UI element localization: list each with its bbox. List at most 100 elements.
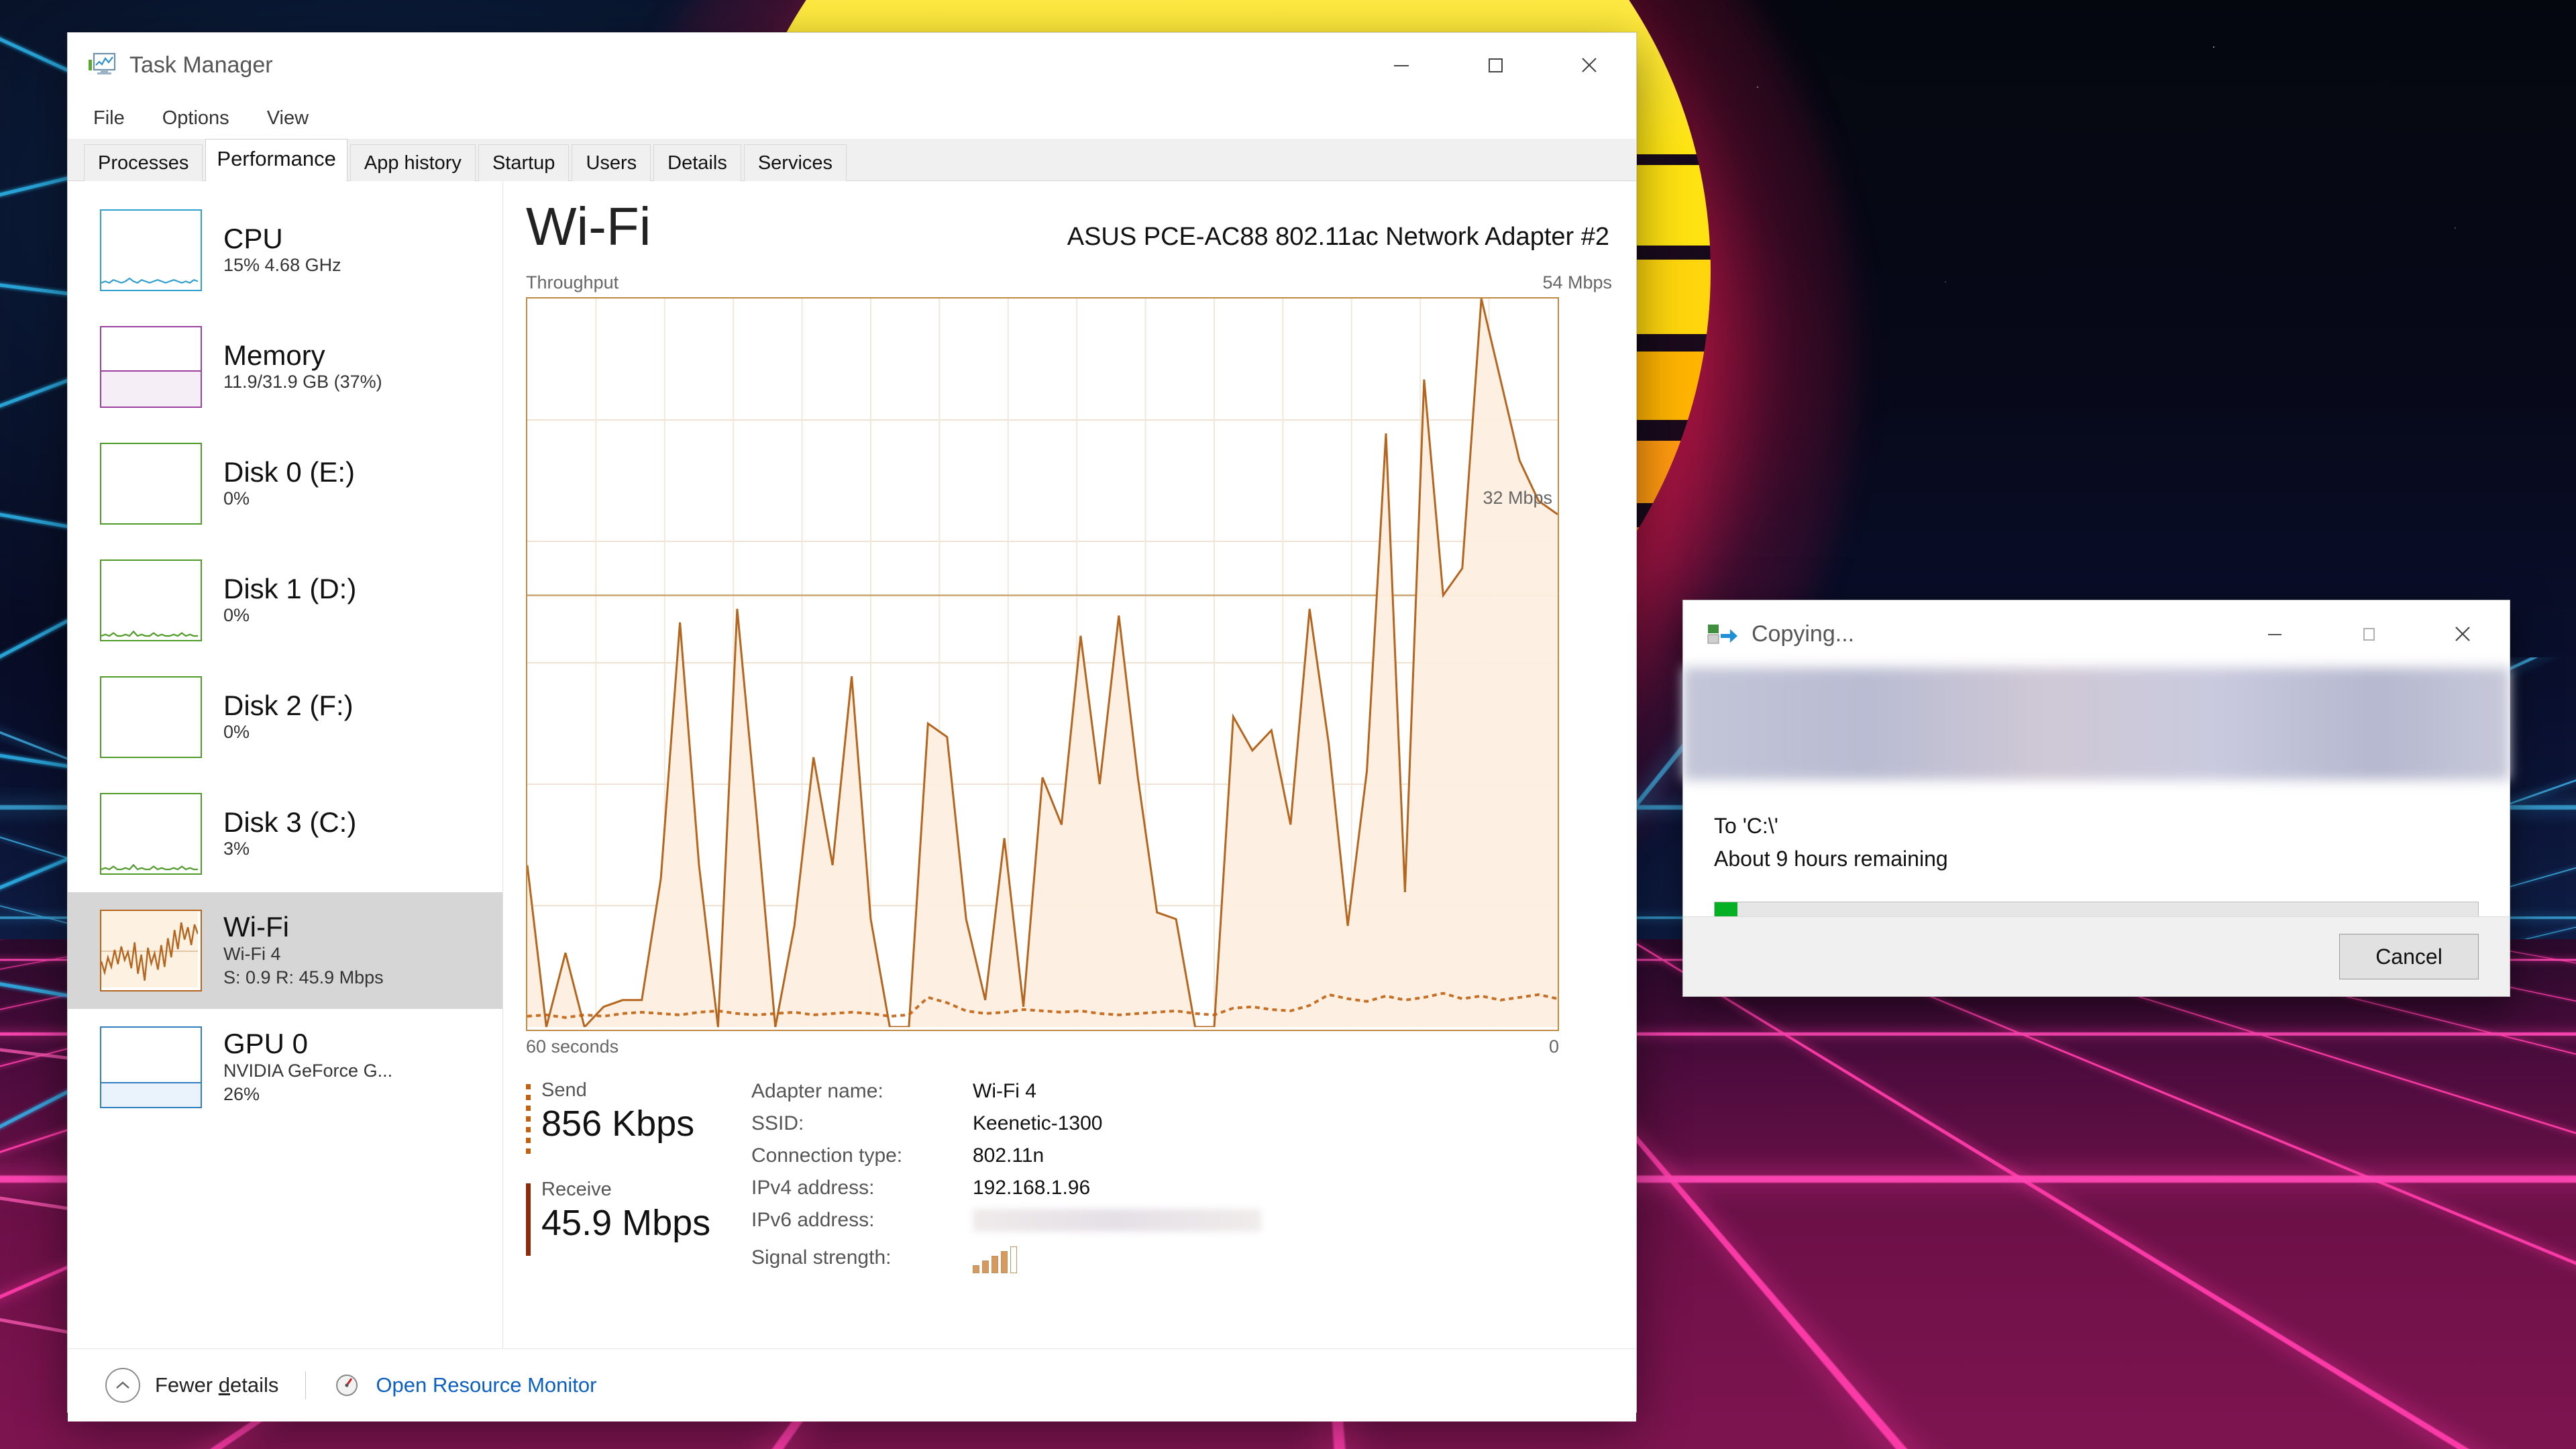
send-legend-swatch (526, 1084, 531, 1157)
sidebar-item-name: Disk 2 (F:) (223, 689, 354, 721)
chart-x-right-label: 0 (1548, 1036, 1559, 1057)
maximize-icon (2363, 628, 2375, 641)
sidebar-item-sub2: S: 0.9 R: 45.9 Mbps (223, 967, 384, 987)
info-key: SSID: (751, 1112, 804, 1134)
copy-caption-buttons (2228, 600, 2510, 667)
info-value: Keenetic-1300 (973, 1112, 1103, 1134)
sidebar-item-sub1: 15% 4.68 GHz (223, 255, 341, 276)
send-value: 856 Kbps (541, 1103, 695, 1144)
sidebar-item-wi-fi[interactable]: Wi-Fi Wi-Fi 4 S: 0.9 R: 45.9 Mbps (68, 892, 502, 1009)
info-value (973, 1246, 1261, 1273)
sidebar-item-cpu[interactable]: CPU 15% 4.68 GHz (68, 192, 502, 309)
menu-item-view[interactable]: View (262, 105, 314, 132)
task-manager-window[interactable]: Task Manager File Options View Processes… (67, 32, 1637, 1421)
caption-buttons (1354, 33, 1636, 97)
resource-monitor-icon (336, 1375, 358, 1396)
status-separator (305, 1371, 307, 1399)
menu-item-file[interactable]: File (88, 105, 130, 132)
sidebar-item-disk-1-d[interactable]: Disk 1 (D:) 0% (68, 542, 502, 659)
title-bar[interactable]: Task Manager (68, 33, 1636, 97)
sidebar-item-sub1: 0% (223, 488, 250, 509)
sidebar-thumbnail (100, 443, 202, 525)
info-value: 802.11n (973, 1144, 1044, 1167)
chart-label-max: 54 Mbps (1542, 272, 1612, 292)
tab-users[interactable]: Users (572, 144, 651, 181)
sidebar-thumbnail (100, 209, 202, 291)
sidebar-item-memory[interactable]: Memory 11.9/31.9 GB (37%) (68, 309, 502, 425)
tab-performance[interactable]: Performance (205, 139, 347, 181)
adapter-name: ASUS PCE-AC88 802.11ac Network Adapter #… (1067, 223, 1609, 251)
tab-services[interactable]: Services (743, 144, 847, 181)
sidebar-item-sub1: 11.9/31.9 GB (37%) (223, 372, 382, 392)
chart-annotation-32mbps: 32 Mbps (1483, 488, 1552, 508)
ipv6-redacted-value (973, 1209, 1261, 1232)
receive-value: 45.9 Mbps (541, 1202, 711, 1243)
tab-app-history[interactable]: App history (350, 144, 476, 181)
maximize-button[interactable] (1448, 33, 1542, 97)
sidebar-thumbnail (100, 793, 202, 875)
sidebar-item-sub1: NVIDIA GeForce G... (223, 1060, 393, 1081)
task-manager-icon (89, 52, 116, 74)
sidebar-item-sub1: 0% (223, 722, 250, 743)
sidebar-item-sub2: 26% (223, 1083, 260, 1104)
close-button[interactable] (1542, 33, 1636, 97)
window-title: Task Manager (129, 52, 273, 78)
sidebar-item-sub1: 3% (223, 839, 250, 859)
copy-minimize-button[interactable] (2228, 600, 2322, 667)
chart-label-throughput: Throughput (526, 272, 619, 292)
sidebar-thumbnail (100, 326, 202, 408)
sidebar-item-name: Disk 1 (D:) (223, 572, 357, 604)
minimize-button[interactable] (1354, 33, 1448, 97)
close-icon (1582, 58, 1597, 72)
resource-sidebar[interactable]: CPU 15% 4.68 GHz Memory 11.9/31.9 GB (37%) D… (68, 181, 503, 1348)
menu-item-options[interactable]: Options (157, 105, 235, 132)
sidebar-thumbnail (100, 676, 202, 758)
throughput-chart-svg (526, 298, 1558, 1030)
info-key: IPv4 address: (751, 1177, 875, 1199)
sidebar-thumbnail (100, 1026, 202, 1108)
sidebar-item-name: Disk 3 (C:) (223, 806, 357, 838)
cancel-button[interactable]: Cancel (2339, 934, 2479, 979)
tab-details[interactable]: Details (653, 144, 741, 181)
send-stat: Send 856 Kbps (526, 1079, 734, 1157)
receive-label: Receive (541, 1179, 612, 1200)
fewer-details-button[interactable]: Fewer details (155, 1373, 278, 1397)
status-bar[interactable]: Fewer details Open Resource Monitor (68, 1348, 1636, 1421)
signal-strength-icon (973, 1246, 1261, 1273)
copy-maximize-button[interactable] (2322, 600, 2416, 667)
menu-bar[interactable]: File Options View (68, 97, 1636, 139)
copy-title-bar[interactable]: Copying... (1683, 600, 2510, 667)
tab-bar[interactable]: Processes Performance App history Startup Us… (68, 139, 1636, 181)
sidebar-item-sub1: 0% (223, 605, 250, 626)
info-value: 192.168.1.96 (973, 1177, 1091, 1199)
info-key: Adapter name: (751, 1080, 883, 1102)
info-value (973, 1209, 1261, 1237)
maximize-icon (1489, 58, 1503, 72)
sidebar-item-name: Disk 0 (E:) (223, 455, 356, 488)
sidebar-item-disk-2-f[interactable]: Disk 2 (F:) 0% (68, 659, 502, 775)
copy-close-button[interactable] (2416, 600, 2510, 667)
info-key: IPv6 address: (751, 1209, 875, 1231)
chart-x-left-label: 60 seconds (526, 1036, 619, 1057)
sidebar-thumbnail (100, 910, 202, 991)
sidebar-item-disk-3-c[interactable]: Disk 3 (C:) 3% (68, 775, 502, 892)
tab-processes[interactable]: Processes (84, 144, 203, 181)
sidebar-item-name: Wi-Fi (223, 911, 289, 943)
info-key: Signal strength: (751, 1246, 892, 1269)
info-value: Wi-Fi 4 (973, 1080, 1036, 1102)
sidebar-item-disk-0-e[interactable]: Disk 0 (E:) 0% (68, 425, 502, 542)
tab-startup[interactable]: Startup (478, 144, 570, 181)
sidebar-thumbnail (100, 559, 202, 641)
send-label: Send (541, 1079, 587, 1101)
sidebar-item-gpu-0[interactable]: GPU 0 NVIDIA GeForce G... 26% (68, 1009, 502, 1126)
chevron-up-icon[interactable] (105, 1368, 140, 1403)
copy-dialog-title: Copying... (1752, 621, 1855, 647)
copy-files-icon (1707, 625, 1737, 644)
copy-progress-dialog[interactable]: Copying... To 'C:\' About 9 hours remain… (1682, 600, 2510, 997)
detail-title: Wi-Fi (526, 197, 651, 256)
sidebar-item-name: Memory (223, 339, 325, 371)
copy-dialog-footer: Cancel (1683, 916, 2510, 996)
minimize-icon (1394, 65, 1409, 66)
open-resource-monitor-link[interactable]: Open Resource Monitor (376, 1373, 596, 1397)
sidebar-item-name: GPU 0 (223, 1028, 309, 1060)
